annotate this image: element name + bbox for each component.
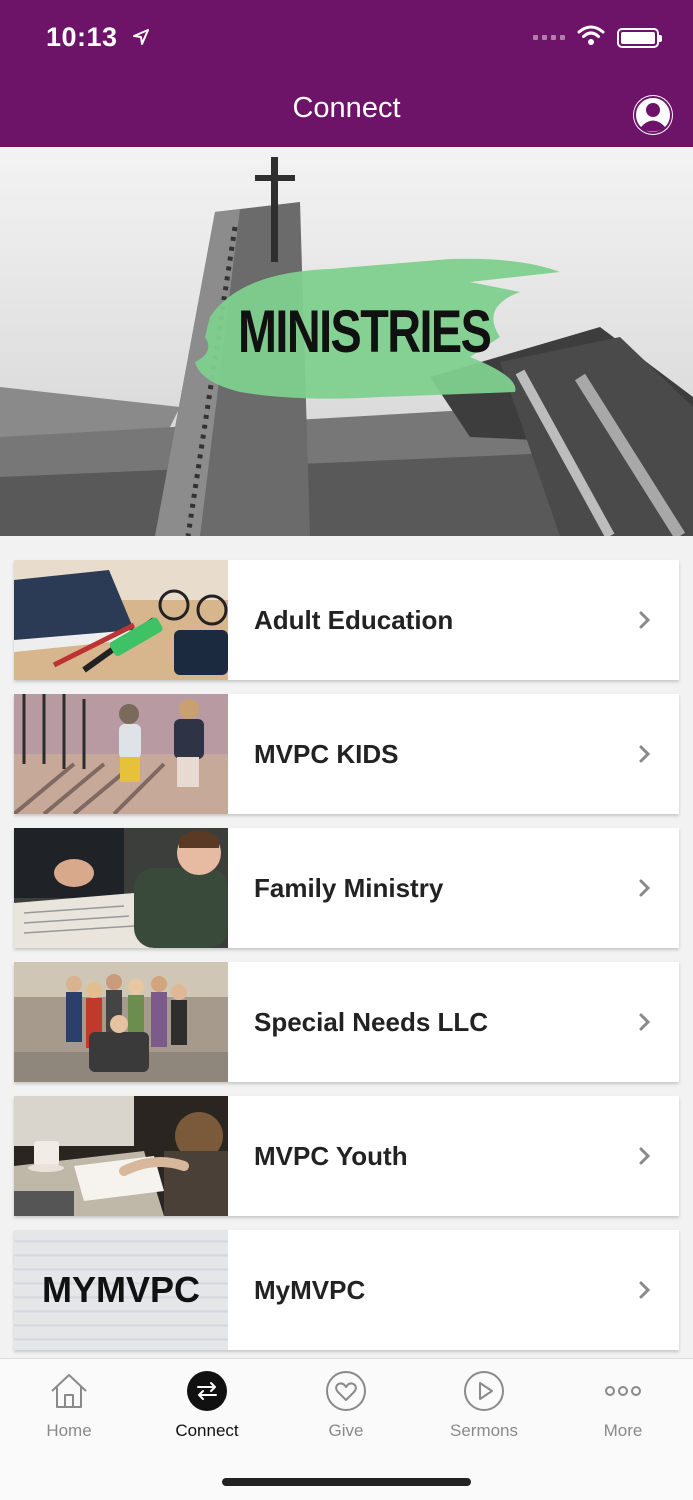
chevron-right-icon (639, 1013, 651, 1031)
status-time: 10:13 (46, 22, 150, 53)
connect-icon (187, 1371, 227, 1411)
list-item-label: Adult Education (254, 604, 454, 635)
profile-icon[interactable] (633, 95, 673, 135)
page-title: Connect (292, 92, 401, 124)
list-item-mvpc-youth[interactable]: MVPC Youth (14, 1096, 679, 1216)
mvpc-kids-thumbnail (14, 694, 228, 814)
chevron-right-icon (639, 1281, 651, 1299)
adult-education-thumbnail (14, 560, 228, 680)
play-icon (464, 1371, 504, 1411)
list-item-family-ministry[interactable]: Family Ministry (14, 828, 679, 948)
chevron-right-icon (639, 611, 651, 629)
tab-label: Home (46, 1421, 92, 1440)
home-indicator[interactable] (222, 1478, 471, 1486)
top-bar: 10:13 Connect (0, 0, 693, 147)
tab-home[interactable]: Home (0, 1371, 138, 1441)
mymvpc-thumbnail: MYMVPC (14, 1230, 228, 1350)
list-item-label: MVPC KIDS (254, 738, 399, 769)
tab-label: Connect (175, 1421, 239, 1440)
list-item-label: MyMVPC (254, 1274, 366, 1305)
ministries-banner: MINISTRIES (0, 147, 693, 536)
tab-more[interactable]: More (554, 1371, 692, 1441)
location-arrow-icon (132, 22, 150, 53)
list-item-adult-education[interactable]: Adult Education (14, 560, 679, 680)
battery-icon (617, 27, 662, 48)
chevron-right-icon (639, 745, 651, 763)
time-text: 10:13 (46, 22, 118, 52)
tab-label: Give (328, 1421, 364, 1440)
more-icon (603, 1371, 643, 1411)
list-item-special-needs-llc[interactable]: Special Needs LLC (14, 962, 679, 1082)
status-indicators (533, 24, 662, 51)
hero-title: MINISTRIES (238, 298, 492, 365)
list-item-mvpc-kids[interactable]: MVPC KIDS (14, 694, 679, 814)
tab-give[interactable]: Give (277, 1371, 415, 1441)
mymvpc-thumb-text: MYMVPC (41, 1269, 200, 1310)
heart-icon (326, 1371, 366, 1411)
list-item-label: MVPC Youth (254, 1140, 408, 1171)
list-item-label: Family Ministry (254, 872, 444, 903)
chevron-right-icon (639, 1147, 651, 1165)
tab-sermons[interactable]: Sermons (415, 1371, 553, 1441)
tab-label: Sermons (449, 1421, 519, 1440)
special-needs-thumbnail (14, 962, 228, 1082)
tab-connect[interactable]: Connect (138, 1371, 276, 1441)
cellular-signal-icon (533, 35, 565, 40)
list-item-label: Special Needs LLC (254, 1006, 489, 1037)
tab-label: More (603, 1421, 643, 1440)
mvpc-youth-thumbnail (14, 1096, 228, 1216)
family-ministry-thumbnail (14, 828, 228, 948)
list-item-mymvpc[interactable]: MYMVPC MyMVPC (14, 1230, 679, 1350)
wifi-icon (577, 24, 605, 51)
home-icon (49, 1371, 89, 1411)
chevron-right-icon (639, 879, 651, 897)
